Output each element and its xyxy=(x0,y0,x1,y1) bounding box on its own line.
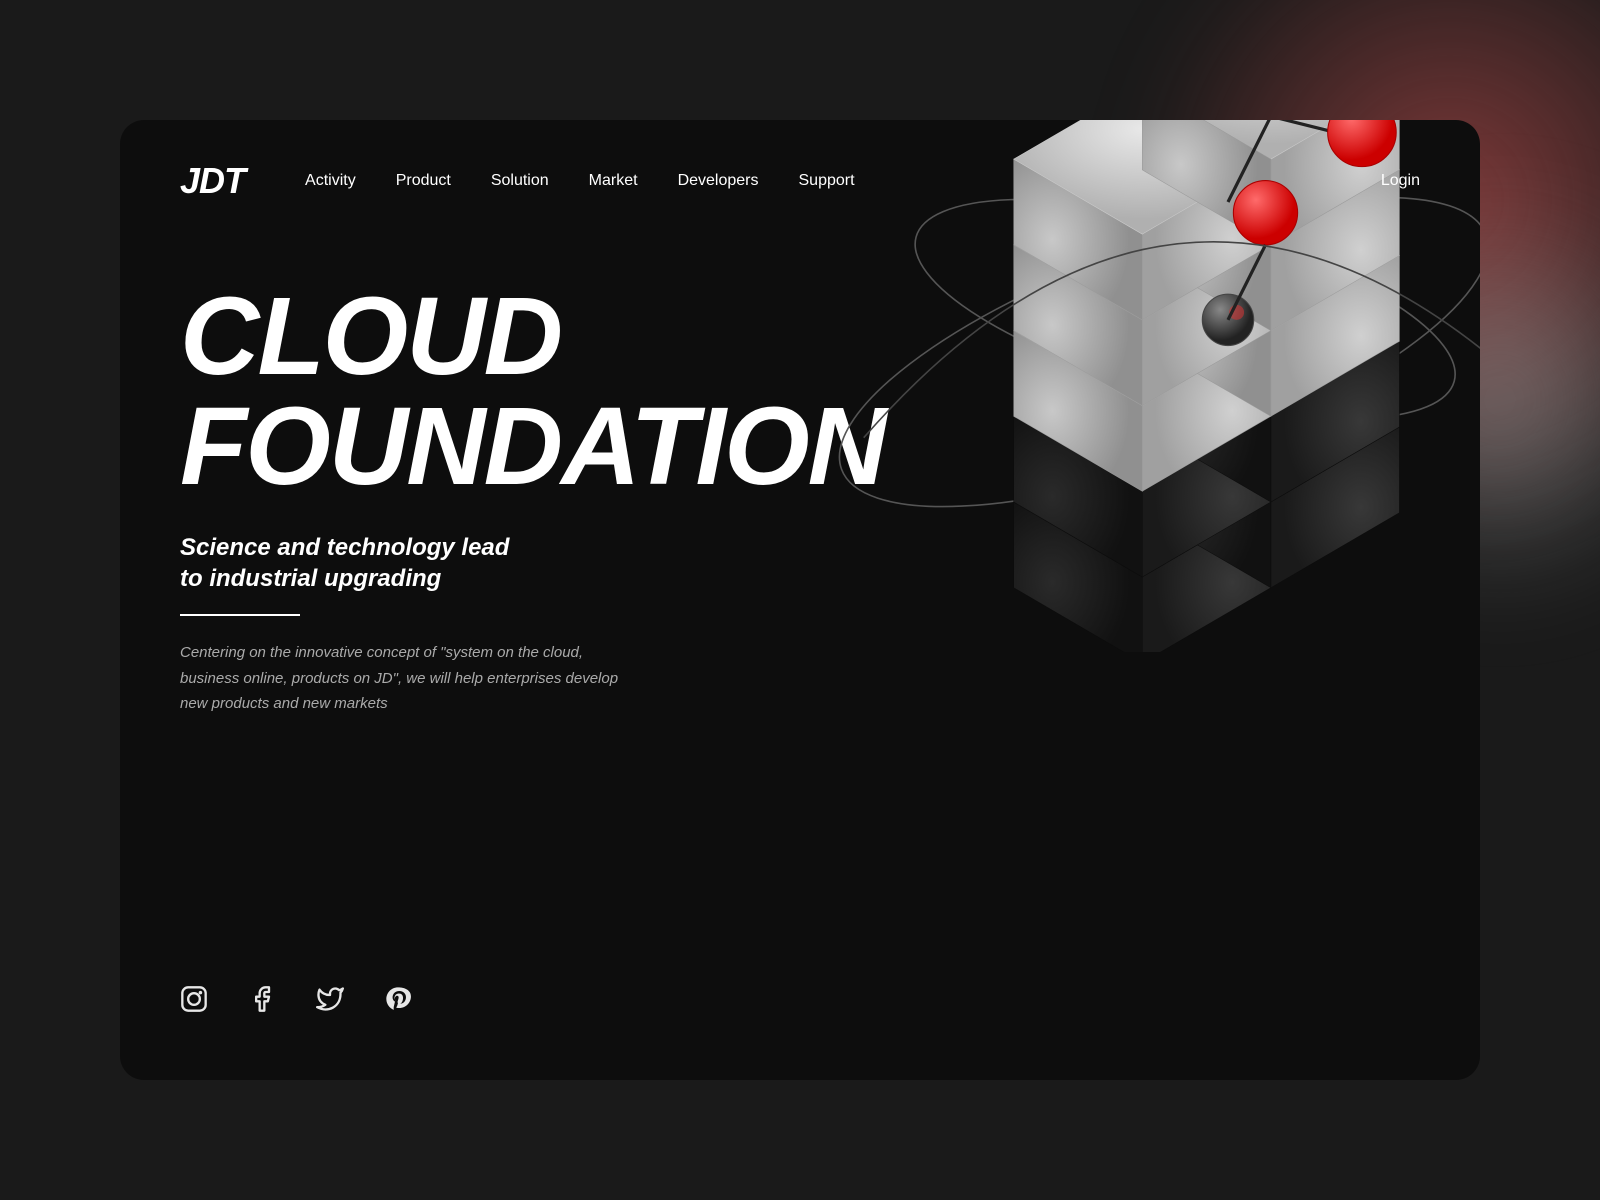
hero-divider xyxy=(180,614,300,616)
facebook-icon[interactable] xyxy=(248,985,276,1020)
hero-description: Centering on the innovative concept of "… xyxy=(180,640,640,717)
instagram-icon[interactable] xyxy=(180,985,208,1020)
nav-links: Activity Product Solution Market Develop… xyxy=(305,172,1381,190)
hero-section: CLOUD FOUNDATION Science and technology … xyxy=(120,232,1480,1080)
hero-title-line1: CLOUD xyxy=(180,275,561,398)
nav-item-developers[interactable]: Developers xyxy=(678,172,759,190)
logo: JDT xyxy=(180,160,245,202)
main-card: JDT Activity Product Solution Market Dev… xyxy=(120,120,1480,1080)
nav-item-market[interactable]: Market xyxy=(589,172,638,190)
nav-item-support[interactable]: Support xyxy=(799,172,855,190)
nav-item-activity[interactable]: Activity xyxy=(305,172,356,190)
twitter-icon[interactable] xyxy=(316,985,344,1020)
nav-item-product[interactable]: Product xyxy=(396,172,451,190)
navbar: JDT Activity Product Solution Market Dev… xyxy=(120,120,1480,232)
social-icons xyxy=(180,985,412,1020)
pinterest-icon[interactable] xyxy=(384,985,412,1020)
nav-item-solution[interactable]: Solution xyxy=(491,172,549,190)
login-button[interactable]: Login xyxy=(1381,172,1420,190)
outer-wrapper: JDT Activity Product Solution Market Dev… xyxy=(0,0,1600,1200)
